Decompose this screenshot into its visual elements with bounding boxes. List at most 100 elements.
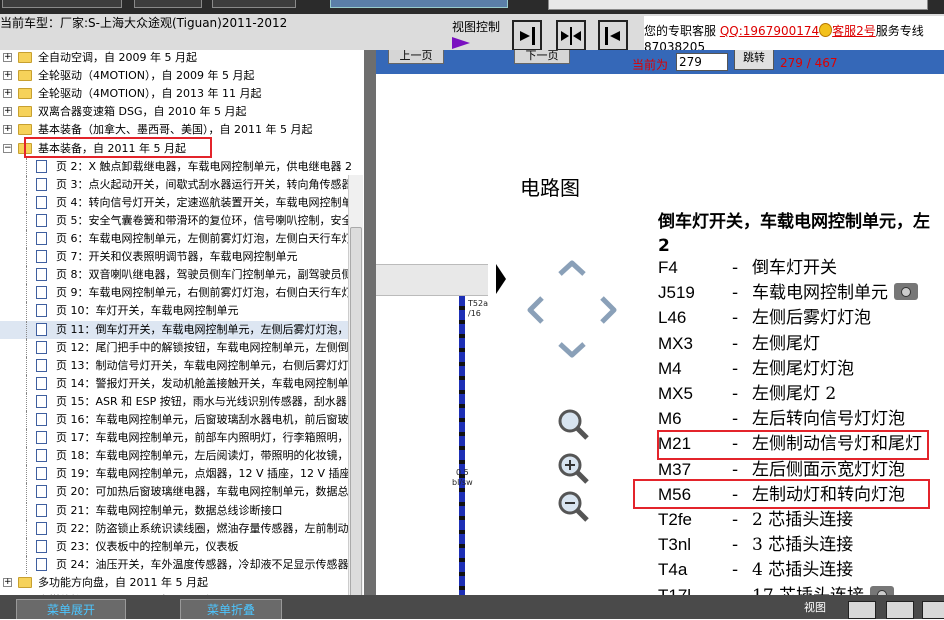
tree-page-item[interactable]: 页 17：车载电网控制单元，前部车内照明灯，行李箱照明，手 xyxy=(0,429,360,448)
view-split-button[interactable] xyxy=(556,20,586,51)
component-code: T3nl xyxy=(658,535,692,555)
component-dash: - xyxy=(732,283,739,304)
top-button-3[interactable] xyxy=(212,0,296,8)
page-icon xyxy=(36,413,47,426)
tree-item-label: 页 12：尾门把手中的解锁按钮，车载电网控制单元，左侧倒 xyxy=(56,340,349,354)
camera-icon[interactable] xyxy=(894,283,918,301)
tree-item-label: 全自动空调，自 2009 年 5 月起 xyxy=(38,51,197,64)
tree-guide-line xyxy=(26,501,27,520)
tree-page-item[interactable]: 页 15：ASR 和 ESP 按钮，雨水与光线识别传感器，刮水器 xyxy=(0,392,350,411)
view-right-pane-button[interactable] xyxy=(512,20,542,51)
tree-folder-item[interactable]: + 双离合器变速箱 DSG，自 2010 年 5 月起 xyxy=(0,103,350,121)
expand-icon[interactable]: + xyxy=(3,107,12,117)
tree-page-item[interactable]: 页 5：安全气囊卷簧和带滑环的复位环，信号喇叭控制，安全 xyxy=(0,211,353,230)
menu-collapse-button[interactable]: 菜单折叠 xyxy=(180,599,282,619)
component-desc-text: 左侧尾灯灯泡 xyxy=(752,358,854,379)
component-desc-text: 2 芯插头连接 xyxy=(752,510,854,530)
top-button-active[interactable] xyxy=(330,0,508,8)
tree-page-item[interactable]: 页 11：倒车灯开关，车载电网控制单元，左侧后雾灯灯泡，左 xyxy=(0,320,360,339)
tree-page-item[interactable]: 页 9：车载电网控制单元，右侧前雾灯灯泡，右侧白天行车灯 xyxy=(0,284,353,303)
tree-page-item[interactable]: 页 10：车灯开关，车载电网控制单元 xyxy=(0,302,350,321)
tree-page-item[interactable]: 页 13：制动信号灯开关，车载电网控制单元，右侧后雾灯灯泡 xyxy=(0,356,360,375)
tree-page-item[interactable]: 页 4：转向信号灯开关，定速巡航装置开关，车载电网控制单 xyxy=(0,193,353,212)
folder-icon xyxy=(18,88,32,100)
collapse-icon[interactable]: − xyxy=(3,143,12,153)
next-page-button[interactable]: 下一页 xyxy=(514,50,570,64)
service-qq-link[interactable]: QQ:1967900174 xyxy=(720,24,819,38)
tree-item-label: 页 4：转向信号灯开关，定速巡航装置开关，车载电网控制单 xyxy=(56,195,353,209)
view-left-pane-button[interactable] xyxy=(598,20,628,51)
zoom-fit-icon[interactable] xyxy=(556,408,590,442)
service-kefu-link[interactable]: 客服2号 xyxy=(832,24,876,38)
tree-item-label: 页 13：制动信号灯开关，车载电网控制单元，右侧后雾灯灯泡 xyxy=(56,358,360,372)
component-dash: - xyxy=(732,358,739,379)
top-button-2[interactable] xyxy=(134,0,202,8)
component-code: T4a xyxy=(658,560,688,580)
component-code: M4 xyxy=(658,358,682,378)
tree-item-label: 全轮驱动（4MOTION），自 2013 年 11 月起 xyxy=(38,87,262,101)
folder-icon xyxy=(18,576,32,588)
prev-page-button[interactable]: 上一页 xyxy=(388,50,444,64)
expand-icon[interactable]: + xyxy=(3,53,12,62)
bottom-view-split-button[interactable] xyxy=(886,601,914,619)
tree-page-item[interactable]: 页 23：仪表板中的控制单元，仪表板 xyxy=(0,537,350,556)
expand-icon[interactable]: + xyxy=(3,71,12,81)
tree-page-item[interactable]: 页 16：车载电网控制单元，后窗玻璃刮水器电机，前后窗玻 xyxy=(0,411,350,429)
pan-up-icon[interactable] xyxy=(558,260,586,276)
pane-splitter[interactable] xyxy=(364,50,376,595)
page-icon xyxy=(36,503,47,517)
page-icon xyxy=(36,521,47,535)
tree-scrollbar-thumb[interactable] xyxy=(350,227,362,595)
menu-expand-button[interactable]: 菜单展开 xyxy=(16,599,126,619)
bottom-view-right-button[interactable] xyxy=(848,601,876,619)
page-icon xyxy=(36,232,47,245)
component-desc-text: 左后转向信号灯灯泡 xyxy=(752,409,905,430)
tree-page-item[interactable]: 页 19：车载电网控制单元，点烟器，12 V 插座，12 V 插座 xyxy=(0,465,351,484)
pan-down-icon[interactable] xyxy=(558,342,586,358)
tree-guide-line xyxy=(26,211,27,230)
top-strip xyxy=(0,0,944,14)
bottom-view-left-button[interactable] xyxy=(922,601,944,619)
zoom-in-icon[interactable] xyxy=(556,452,590,486)
top-button-1[interactable] xyxy=(2,0,122,8)
tree-page-item[interactable]: 页 21：车载电网控制单元，数据总线诊断接口 xyxy=(0,501,350,520)
expand-icon[interactable]: + xyxy=(3,89,12,99)
component-dash: - xyxy=(732,560,739,581)
component-dash: - xyxy=(732,584,738,595)
pan-right-icon[interactable] xyxy=(600,296,617,324)
top-button-5[interactable] xyxy=(548,0,928,10)
arrow-right-bar-icon xyxy=(520,26,535,45)
tree-page-item[interactable]: 页 14：警报灯开关，发动机舱盖接触开关，车载电网控制单元 xyxy=(0,374,360,393)
view-control-label: 视图控制 xyxy=(452,20,501,34)
page-number-input[interactable] xyxy=(676,53,728,71)
component-desc-text: 3 芯插头连接 xyxy=(752,535,854,556)
expand-icon[interactable]: + xyxy=(3,577,12,587)
tree-page-item[interactable]: 页 22：防盗锁止系统识读线圈，燃油存量传感器，左前制动 xyxy=(0,519,350,538)
camera-icon[interactable] xyxy=(870,585,895,595)
tree-scrollbar[interactable] xyxy=(348,175,363,595)
tree-folder-item[interactable]: + 全自动空调，自 2009 年 5 月起 xyxy=(0,50,350,67)
tree-folder-item[interactable]: + 多功能方向盘，自 2011 年 5 月起 xyxy=(0,574,350,592)
tree-page-item[interactable]: 页 12：尾门把手中的解锁按钮，车载电网控制单元，左侧倒 xyxy=(0,338,350,357)
tree-folder-item[interactable]: + 全轮驱动（4MOTION），自 2013 年 11 月起 xyxy=(0,85,350,103)
tree-page-item[interactable]: 页 18：车载电网控制单元，左后阅读灯，带照明的化妆镜，左 xyxy=(0,447,360,466)
component-desc-text: 左侧尾灯 xyxy=(752,333,820,354)
tree-page-item[interactable]: 页 20：可加热后窗玻璃继电器，车载电网控制单元，数据总线 xyxy=(0,483,360,502)
tree-page-item[interactable]: 页 2：X 触点卸载继电器，车载电网控制单元，供电继电器 2 xyxy=(0,157,352,176)
zoom-out-icon[interactable] xyxy=(556,490,590,524)
expand-icon[interactable]: + xyxy=(3,125,12,135)
tree-guide-line xyxy=(26,465,27,484)
diagram-pane: 上一页 下一页 当前为 跳转 279 / 467 T52a /16 0.5 bl… xyxy=(376,50,944,595)
tree-page-item[interactable]: 页 24：油压开关，车外温度传感器，冷却液不足显示传感器 xyxy=(0,555,350,574)
tree-page-item[interactable]: 页 7：开关和仪表照明调节器，车载电网控制单元 xyxy=(0,248,350,267)
tree-page-item[interactable]: 页 6：车载电网控制单元，左侧前雾灯灯泡，左侧白天行车灯 xyxy=(0,230,353,248)
pan-left-icon[interactable] xyxy=(527,296,544,324)
component-desc: 车载电网控制单元 xyxy=(752,281,918,305)
go-button[interactable]: 跳转 xyxy=(734,50,774,70)
tree-page-item[interactable]: 页 8：双音喇叭继电器，驾驶员侧车门控制单元，副驾驶员侧 xyxy=(0,266,353,285)
component-code: F4 xyxy=(658,258,678,277)
tree-folder-item[interactable]: + 全轮驱动（4MOTION），自 2009 年 5 月起 xyxy=(0,67,350,85)
component-desc-text: 左侧后雾灯灯泡 xyxy=(752,308,871,329)
component-dash: - xyxy=(732,333,739,354)
tree-page-item[interactable]: 页 3：点火起动开关，间歇式刮水器运行开关，转向角传感器 xyxy=(0,175,353,194)
